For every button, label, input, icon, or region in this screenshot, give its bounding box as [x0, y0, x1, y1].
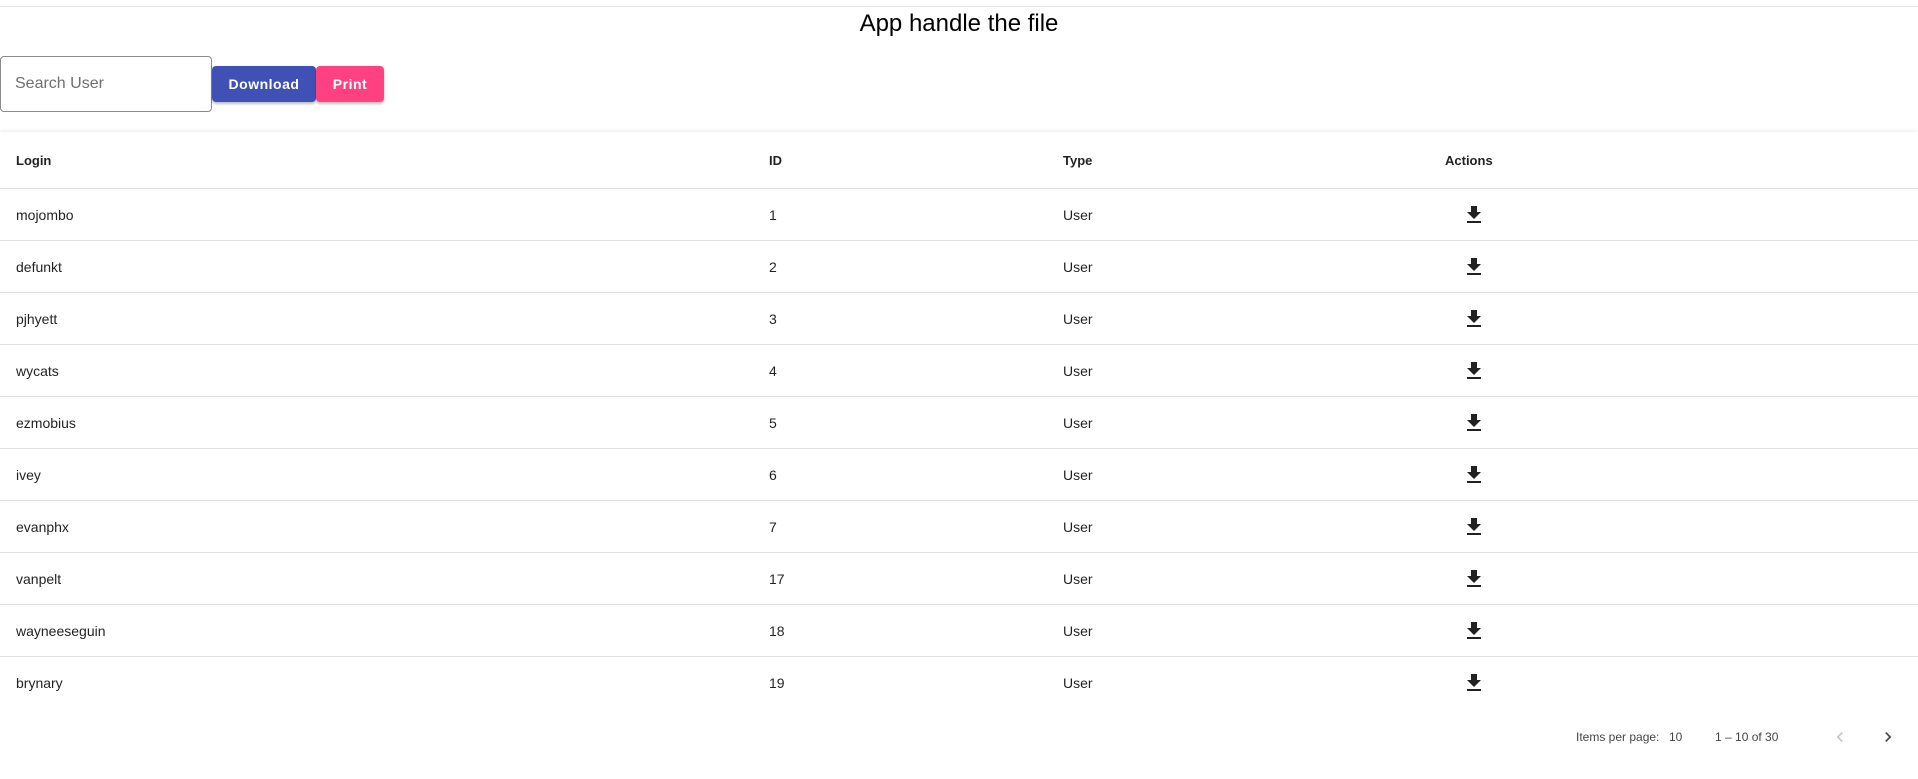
next-page-button[interactable]	[1872, 722, 1904, 754]
table-row: wayneeseguin 18 User	[0, 604, 1918, 657]
download-icon[interactable]	[1462, 307, 1486, 331]
download-icon[interactable]	[1462, 671, 1486, 695]
download-button[interactable]: Download	[212, 66, 316, 102]
table-row: evanphx 7 User	[0, 500, 1918, 553]
cell-actions	[1445, 500, 1918, 553]
users-table-card: Login ID Type Actions mojombo 1 User def…	[0, 132, 1918, 779]
cell-type: User	[1063, 500, 1445, 553]
cell-type: User	[1063, 448, 1445, 501]
cell-id: 17	[769, 552, 1063, 605]
table-row: wycats 4 User	[0, 344, 1918, 397]
table-row: vanpelt 17 User	[0, 552, 1918, 605]
download-icon[interactable]	[1462, 411, 1486, 435]
column-header-actions: Actions	[1445, 132, 1918, 189]
cell-type: User	[1063, 240, 1445, 293]
table-body: mojombo 1 User defunkt 2 User pjhyett 3 …	[0, 188, 1918, 709]
table-row: defunkt 2 User	[0, 240, 1918, 293]
cell-actions	[1445, 448, 1918, 501]
column-header-type[interactable]: Type	[1063, 132, 1445, 189]
cell-type: User	[1063, 674, 1093, 691]
cell-id: 5	[769, 396, 1063, 449]
table-row: pjhyett 3 User	[0, 292, 1918, 345]
paginator: Items per page: 10 1 – 10 of 30	[0, 718, 1918, 758]
toolbar: Download Print	[0, 56, 384, 112]
cell-actions	[1445, 657, 1918, 709]
chevron-right-icon	[1878, 727, 1898, 750]
table-row: ezmobius 5 User	[0, 396, 1918, 449]
cell-login: wayneeseguin	[0, 604, 769, 657]
cell-id: 4	[769, 344, 1063, 397]
cell-login: pjhyett	[0, 292, 769, 345]
cell-login: wycats	[0, 344, 769, 397]
table-row: brynary 19 User	[0, 657, 1918, 709]
download-icon[interactable]	[1462, 463, 1486, 487]
cell-id: 2	[769, 240, 1063, 293]
search-user-input[interactable]	[0, 56, 212, 112]
cell-actions	[1445, 240, 1918, 293]
previous-page-button[interactable]	[1824, 722, 1856, 754]
cell-id: 7	[769, 500, 1063, 553]
cell-login: vanpelt	[0, 552, 769, 605]
download-icon[interactable]	[1462, 567, 1486, 591]
cell-type: User	[1063, 552, 1445, 605]
cell-id: 6	[769, 448, 1063, 501]
cell-type: User	[1063, 188, 1445, 241]
page-title: App handle the file	[859, 10, 1059, 37]
cell-type: User	[1063, 604, 1445, 657]
cell-actions	[1445, 604, 1918, 657]
table-header-row: Login ID Type Actions	[0, 132, 1918, 189]
top-divider	[0, 6, 1918, 7]
cell-login: ivey	[0, 448, 769, 501]
cell-type: User	[1063, 396, 1445, 449]
page-size-select[interactable]: 10	[1669, 730, 1682, 744]
download-icon[interactable]	[1462, 255, 1486, 279]
cell-actions	[1445, 396, 1918, 449]
cell-actions	[1445, 188, 1918, 241]
cell-id: 3	[769, 292, 1063, 345]
cell-id: 18	[769, 604, 1063, 657]
cell-login: ezmobius	[0, 396, 769, 449]
column-header-login[interactable]: Login	[0, 132, 769, 189]
users-table: Login ID Type Actions mojombo 1 User def…	[0, 132, 1918, 708]
chevron-left-icon	[1830, 727, 1850, 750]
table-row: ivey 6 User	[0, 448, 1918, 501]
cell-id: 19	[769, 674, 785, 691]
cell-actions	[1445, 552, 1918, 605]
cell-id: 1	[769, 188, 1063, 241]
download-icon[interactable]	[1462, 359, 1486, 383]
download-icon[interactable]	[1462, 515, 1486, 539]
cell-login: evanphx	[0, 500, 769, 553]
cell-actions	[1445, 292, 1918, 345]
cell-type: User	[1063, 344, 1445, 397]
download-icon[interactable]	[1462, 203, 1486, 227]
page-range-label: 1 – 10 of 30	[1715, 730, 1779, 744]
cell-type: User	[1063, 292, 1445, 345]
cell-actions	[1445, 344, 1918, 397]
column-header-id[interactable]: ID	[769, 132, 1063, 189]
items-per-page-label: Items per page:	[1576, 730, 1660, 744]
cell-login: brynary	[16, 674, 63, 691]
print-button[interactable]: Print	[316, 66, 384, 102]
cell-login: mojombo	[0, 188, 769, 241]
download-icon[interactable]	[1462, 619, 1486, 643]
table-row: mojombo 1 User	[0, 188, 1918, 241]
cell-login: defunkt	[0, 240, 769, 293]
